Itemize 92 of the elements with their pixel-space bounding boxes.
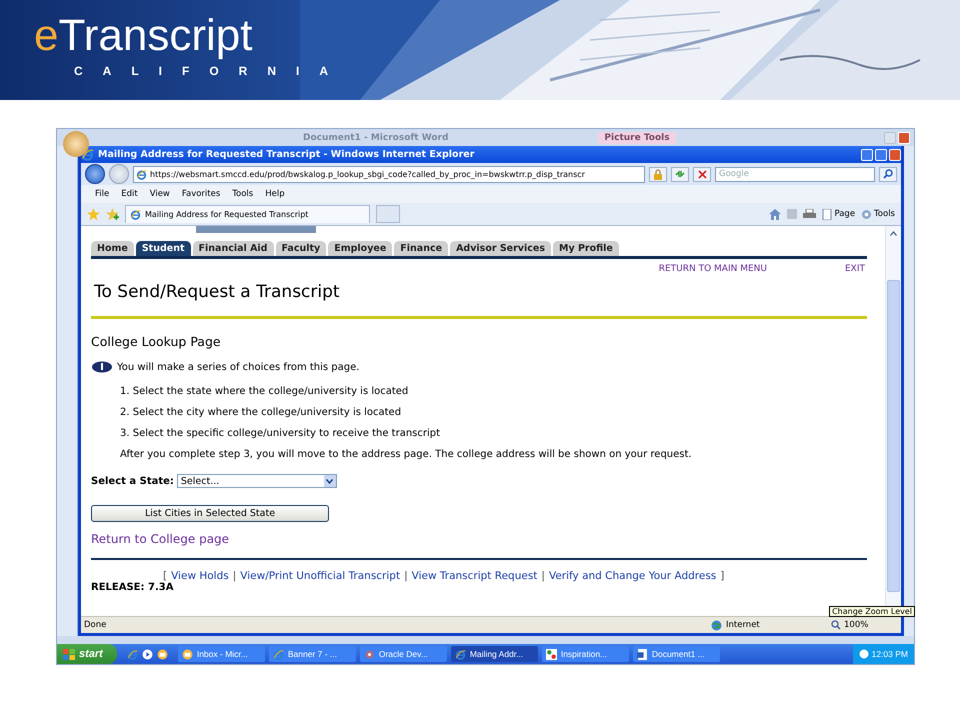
zone-text: Internet [726,620,760,630]
windows-logo-icon [63,648,75,660]
tray-icon[interactable] [858,649,869,659]
logo-subtitle: CALIFORNIA [74,64,348,78]
state-dropdown[interactable]: Select... [176,474,337,488]
menu-item[interactable]: Edit [121,189,138,199]
address-field[interactable]: https://websmart.smccd.edu/prod/bwskalog.p_lookup_sbgi_code?called_by_proc_in=bwskwtrr.p_disp_transcr [133,166,645,182]
envelope-icon [182,648,193,660]
tooltip: Change Zoom Level [829,606,915,617]
window-title: Document1 - Microsoft Word [303,132,448,142]
scroll-up-icon[interactable] [890,230,897,236]
media-icon[interactable] [142,648,153,660]
menu-item[interactable]: Favorites [182,189,220,199]
stop-icon[interactable] [693,166,711,182]
browser-icon [126,648,138,660]
taskbar-item[interactable]: Oracle Dev... [360,646,447,662]
browser-icon [81,148,94,161]
logo-title: eTranscript [34,14,254,58]
separator-text: | [541,570,545,582]
window-title: Mailing Address for Requested Transcript - Windows Internet Explorer [98,149,474,160]
footer-link[interactable]: Verify and Change Your Address [548,570,716,582]
browser-tab[interactable]: Mailing Address for Requested Transcript [125,205,370,223]
page-menu-button[interactable]: Page [822,208,856,220]
globe-icon [711,620,722,630]
instruction-text: After you complete step 3, you will move to the address page. The college address will be shown on your request. [120,449,693,460]
back-button[interactable] [85,164,105,184]
browser-icon [272,648,284,660]
close-button[interactable] [889,148,901,160]
nav-tab[interactable]: Advisor Services [450,241,551,256]
contextual-tab[interactable]: Picture Tools [598,132,676,144]
printer-icon[interactable] [803,208,816,220]
minimize-button[interactable] [861,148,873,160]
nav-tab[interactable]: Finance [394,241,448,256]
close-button[interactable] [898,132,910,144]
nav-link[interactable]: RETURN TO MAIN MENU [658,264,767,274]
step-text: 1. Select the state where the college/university is located [120,386,410,397]
nav-tab[interactable]: Student [136,241,191,256]
page-icon [822,208,832,220]
tools-menu-button[interactable]: Tools [861,208,895,220]
section-heading: College Lookup Page [91,334,222,349]
envelope-icon [156,648,168,660]
browser-icon [130,209,141,220]
menu-item[interactable]: Tools [232,189,254,199]
taskbar-item[interactable]: Inbox - Micr... [178,646,265,662]
zoom-button[interactable]: 100% [831,620,901,630]
field-label: Select a State: [91,476,174,486]
browser-icon [136,168,147,180]
caret-icon [326,478,334,484]
footer-link[interactable]: View Holds [171,570,229,582]
gear-icon [861,208,872,220]
nav-tab[interactable]: Employee [328,241,392,256]
step-text: 2. Select the city where the college/university is located [120,407,402,418]
star-icon[interactable] [87,208,100,220]
gear-icon [364,648,375,660]
document-icon [636,648,648,660]
lock-icon[interactable] [649,166,667,182]
footer-link[interactable]: View Transcript Request [412,570,538,582]
taskbar-item[interactable]: Document1 ... [632,646,720,662]
separator-text: | [232,570,236,582]
nav-tab[interactable]: Faculty [276,241,326,256]
nav-link[interactable]: EXIT [844,264,865,274]
nav-tab[interactable]: Home [91,241,134,256]
bracket-text: ] [720,570,724,582]
refresh-icon[interactable] [671,166,689,182]
menu-item[interactable]: Help [265,189,285,199]
return-link[interactable]: Return to College page [91,532,867,546]
clock-text: 12:03 PM [872,649,908,659]
taskbar-item[interactable]: Inspiration... [542,646,629,662]
search-field[interactable]: Google [715,166,875,182]
step-text: 3. Select the specific college/university to receive the transcript [120,428,442,439]
bracket-text: [ [163,570,168,582]
taskbar-item[interactable]: Banner 7 - ... [268,646,356,662]
office-button[interactable] [63,131,89,157]
footer-link[interactable]: View/Print Unofficial Transcript [240,570,400,582]
taskbar-item[interactable]: Mailing Addr... [450,646,538,662]
browser-icon [454,648,466,660]
separator-text: | [404,570,408,582]
add-favorite-icon[interactable] [106,208,119,220]
menu-item[interactable]: View [150,189,170,199]
status-text: Done [84,620,106,630]
home-icon[interactable] [769,208,782,220]
start-button[interactable]: start [57,644,117,664]
magnifier-icon [831,620,841,630]
list-cities-button[interactable]: List Cities in Selected State [91,505,329,522]
nav-tab[interactable]: Financial Aid [192,241,274,256]
info-text: You will make a series of choices from this page. [117,362,360,372]
nav-tab[interactable]: My Profile [553,241,619,256]
search-icon[interactable] [879,166,897,182]
page-heading: To Send/Request a Transcript [94,282,341,302]
release-text: RELEASE: 7.3A [91,582,174,594]
info-icon [91,361,113,373]
menu-item[interactable]: File [95,189,110,199]
